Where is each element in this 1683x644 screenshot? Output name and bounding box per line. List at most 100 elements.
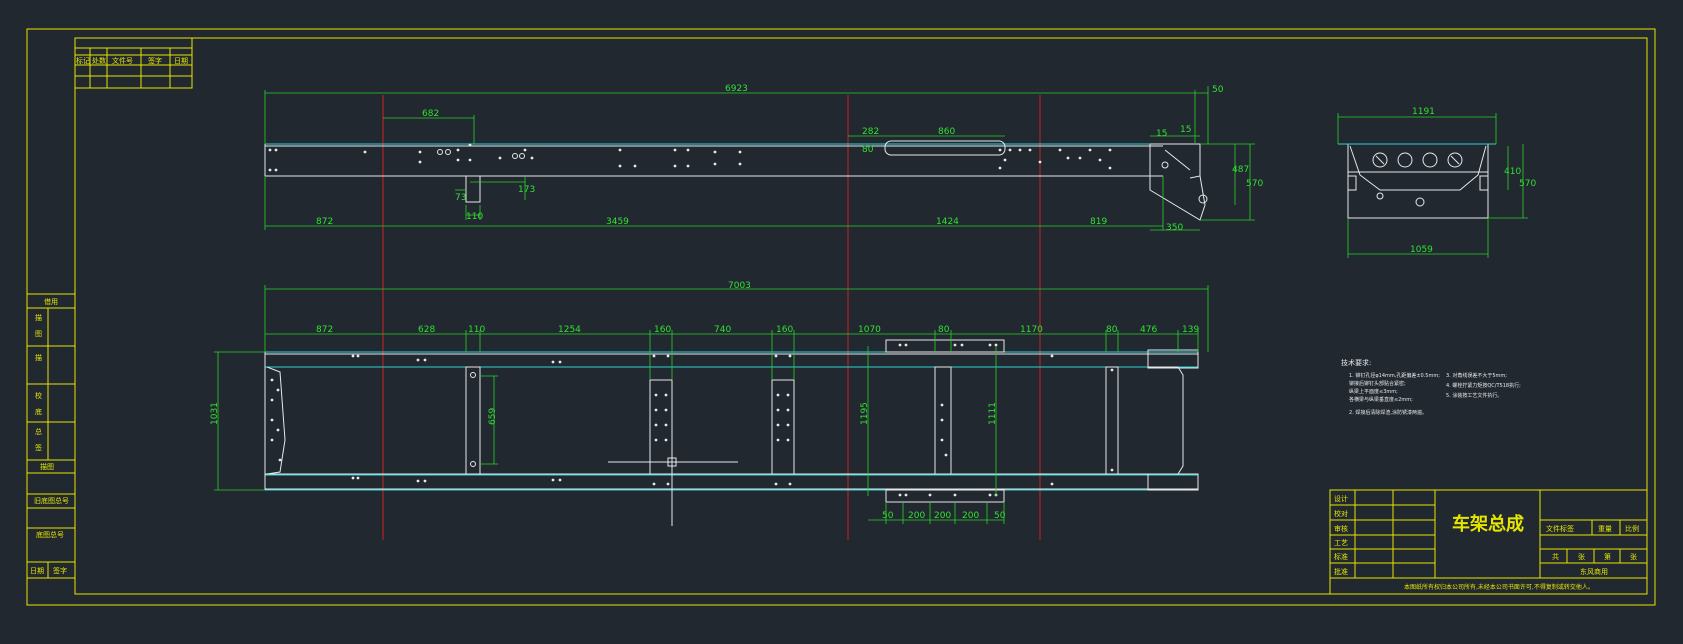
strip-v5: 底 — [35, 407, 42, 416]
rev-header-doc: 文件号 — [112, 56, 133, 65]
tb-row-process: 工艺 — [1334, 539, 1348, 547]
dim-15b: 15 — [1180, 125, 1191, 135]
strip-v3: 校 — [35, 391, 42, 400]
dim-819: 819 — [1090, 217, 1107, 227]
dim-1070: 1070 — [858, 325, 881, 335]
dim-1111: 1111 — [988, 402, 998, 425]
dim-200a: 200 — [908, 511, 925, 521]
drawing-border — [26, 28, 1656, 606]
note-line-6: 3. 对角线误差不大于5mm; — [1446, 372, 1507, 379]
dim-50a: 50 — [882, 511, 894, 521]
dim-1254: 1254 — [558, 325, 581, 335]
plan-view: 7003 872 628 110 1254 160 740 160 1070 8… — [210, 281, 1209, 526]
dim-6923: 6923 — [725, 84, 748, 94]
tb-row-approve: 批准 — [1334, 567, 1348, 576]
strip-mid: 描图 — [40, 462, 54, 471]
strip-date: 日期 — [30, 567, 44, 575]
dim-200b: 200 — [934, 511, 951, 521]
dim-110-side: 110 — [466, 212, 483, 222]
strip-v6: 总 — [35, 427, 42, 436]
dim-160a: 160 — [654, 325, 671, 335]
dim-1059: 1059 — [1410, 245, 1433, 255]
side-dimensions — [264, 86, 1255, 231]
dim-110-plan: 110 — [468, 325, 485, 335]
strip-v7: 签 — [35, 443, 42, 452]
dim-3459: 3459 — [606, 217, 629, 227]
strip-sign: 签字 — [53, 566, 67, 575]
dim-570-end: 570 — [1519, 179, 1536, 189]
dim-628: 628 — [418, 325, 435, 335]
drawing-title: 车架总成 — [1452, 513, 1524, 535]
left-strip: 借用 描 描 校 图 底 总 签 描图 旧底图总号 底图总号 日期 签字 — [26, 293, 76, 579]
dim-350: 350 — [1166, 223, 1183, 233]
red-reference-lines — [382, 95, 1041, 540]
dim-872-side: 872 — [316, 217, 333, 227]
note-line-7: 4. 螺栓拧紧力矩按QC/T518执行; — [1446, 382, 1521, 389]
dim-50-top: 50 — [1212, 85, 1224, 95]
plan-dimensions — [214, 285, 1209, 524]
dim-1170: 1170 — [1020, 325, 1043, 335]
dim-1031: 1031 — [210, 402, 220, 425]
cad-drawing-canvas: 标记 处数 文件号 签字 日期 借用 描 描 校 图 底 总 签 描图 旧底图总… — [26, 28, 1656, 606]
rev-header-date: 日期 — [174, 57, 188, 65]
note-line-3: 纵梁上平面度≤3mm; — [1349, 388, 1398, 395]
strip-borrow: 借用 — [44, 297, 58, 306]
strip-v1: 描 — [35, 313, 42, 322]
dim-682: 682 — [422, 109, 439, 119]
note-line-4: 各横梁与纵梁垂直度≤2mm; — [1349, 396, 1413, 403]
rev-header-mark: 标记 — [76, 56, 90, 65]
dim-80-side: 80 — [862, 145, 874, 155]
tb-row-check: 校对 — [1334, 509, 1348, 518]
dim-860: 860 — [938, 127, 955, 137]
note-line-8: 5. 涂装按工艺文件执行。 — [1446, 392, 1502, 399]
tb-notice: 本图纸所有权归本公司所有,未经本公司书面许可,不得复制或转交他人。 — [1404, 583, 1594, 591]
dim-15a: 15 — [1156, 129, 1167, 139]
tb-header-scale: 比例 — [1625, 524, 1639, 533]
tb-row-design: 设计 — [1334, 494, 1348, 503]
side-view: 6923 50 682 282 860 80 15 15 73 173 110 … — [264, 84, 1263, 233]
dim-476: 476 — [1140, 325, 1157, 335]
tb-header-weight: 重量 — [1598, 525, 1612, 533]
end-dimensions — [1337, 113, 1528, 258]
rev-header-count: 处数 — [92, 56, 106, 65]
strip-base: 底图总号 — [36, 530, 64, 539]
dim-73: 73 — [455, 193, 466, 203]
dim-487: 487 — [1232, 165, 1249, 175]
dim-7003: 7003 — [728, 281, 751, 291]
dim-80-plan-b: 80 — [1106, 325, 1118, 335]
tb-sub-sheet-b: 张 — [1630, 552, 1637, 561]
note-line-1: 1. 铆钉孔径φ14mm,孔距偏差±0.5mm; — [1349, 372, 1440, 379]
dim-80-plan-a: 80 — [938, 325, 950, 335]
tb-sub-sheet-a: 张 — [1578, 552, 1585, 561]
dim-173: 173 — [518, 185, 535, 195]
dim-740: 740 — [714, 325, 731, 335]
title-block: 设计 校对 审核 工艺 标准 批准 车架总成 文件标签 重量 比例 共 张 第 … — [1329, 489, 1648, 595]
technical-notes: 技术要求: 1. 铆钉孔径φ14mm,孔距偏差±0.5mm; 铆接后铆钉头部贴合… — [1341, 358, 1521, 416]
dim-872-plan: 872 — [316, 325, 333, 335]
side-holes — [268, 143, 1169, 172]
end-view: 1191 1059 410 570 — [1337, 107, 1536, 258]
tb-sub-no: 第 — [1604, 552, 1611, 561]
strip-v2: 描 — [35, 353, 42, 362]
dim-1191: 1191 — [1412, 107, 1435, 117]
dim-659: 659 — [488, 408, 498, 425]
notes-title: 技术要求: — [1341, 358, 1371, 367]
tb-sub-total: 共 — [1552, 552, 1559, 561]
revision-table: 标记 处数 文件号 签字 日期 — [74, 37, 193, 89]
tb-row-standard: 标准 — [1334, 552, 1348, 561]
dim-50b: 50 — [994, 511, 1006, 521]
dim-1424: 1424 — [936, 217, 959, 227]
dim-410: 410 — [1504, 167, 1521, 177]
note-line-2: 铆接后铆钉头部贴合紧密; — [1349, 380, 1406, 387]
dim-139: 139 — [1182, 325, 1199, 335]
tb-header-file: 文件标签 — [1546, 524, 1574, 533]
strip-old-base: 旧底图总号 — [34, 496, 69, 505]
dim-570-side: 570 — [1246, 179, 1263, 189]
tb-company: 东风商用 — [1580, 567, 1608, 576]
tb-row-review: 审核 — [1334, 524, 1348, 533]
dim-160b: 160 — [776, 325, 793, 335]
dim-282: 282 — [862, 127, 879, 137]
strip-v4: 图 — [35, 330, 42, 338]
rev-header-sign: 签字 — [148, 56, 162, 65]
note-line-5: 2. 焊接后清除焊渣,涂防锈漆两遍。 — [1349, 409, 1427, 416]
